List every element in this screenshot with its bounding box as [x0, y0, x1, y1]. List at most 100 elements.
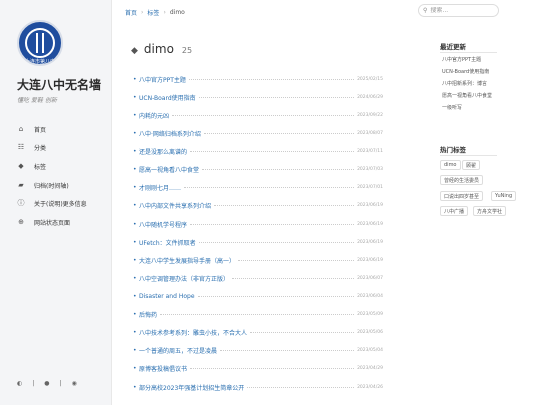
post-date: 2024/06/29 [357, 94, 383, 100]
post-item[interactable]: • 八中随机学号程序 2023/06/19 [133, 219, 383, 229]
divider [440, 52, 497, 53]
post-title[interactable]: 部分高校2023年强基计划招生简章公开 [139, 383, 244, 392]
nav-item-home[interactable]: ⌂ 首页 [16, 123, 108, 135]
post-title[interactable]: 原博客投稿倡议书 [139, 364, 187, 373]
tag-name: dimo [143, 42, 174, 56]
sidebar: 大连市第八中 大连八中无名墙 懂吃 爱鞋 创新 ⌂ 首页 ☷ 分类 ◆ 标签 ▰ 归档(… [0, 0, 112, 405]
breadcrumb-separator: › [141, 8, 144, 16]
post-title[interactable]: 一个普通的周五，不过是凌晨 [139, 346, 217, 355]
nav-item-tags[interactable]: ◆ 标签 [16, 160, 108, 172]
post-item[interactable]: • 大连八中学生发展指导手册（高一） 2023/06/19 [133, 255, 383, 265]
logo-text: 大连市第八中 [24, 59, 55, 65]
nav-item-status[interactable]: ⊕ 网站状态页面 [16, 216, 108, 228]
post-item[interactable]: • 内耗的元凶 2023/09/22 [133, 110, 383, 120]
tag-pill[interactable]: 口说出四岁甚至 [440, 191, 484, 201]
logo-emblem [25, 28, 55, 58]
post-item[interactable]: • 八中官方PPT主题 2025/02/15 [133, 74, 383, 84]
post-date: 2023/06/04 [357, 293, 383, 299]
post-item[interactable]: • UFetch：文件抓取者 2023/06/19 [133, 237, 383, 247]
theme-icon[interactable]: ◐ [17, 380, 22, 387]
post-item[interactable]: • 八中技术参考系列：雕虫小技，不合大人 2023/05/06 [133, 327, 383, 337]
recent-item[interactable]: 一级听写 [442, 104, 462, 111]
post-title[interactable]: 八中内部文件共享系列介绍 [139, 201, 211, 210]
nav-label: 标签 [34, 163, 47, 171]
school-logo[interactable]: 大连市第八中 [17, 20, 63, 66]
post-date: 2023/06/19 [357, 221, 383, 227]
nav-label: 分类 [34, 144, 47, 152]
search-icon[interactable]: ⚲ [423, 7, 427, 14]
post-title[interactable]: 后悔药 [139, 310, 157, 319]
recent-updates-title: 最近更新 [440, 43, 466, 51]
post-date: 2023/04/29 [357, 365, 383, 371]
post-item[interactable]: • Disaster and Hope 2023/06/04 [133, 291, 383, 301]
tag-pill[interactable]: dimo [440, 160, 461, 170]
recent-item[interactable]: 八中招新系列：博言 [442, 80, 487, 87]
post-item[interactable]: • 后悔药 2023/05/09 [133, 309, 383, 319]
post-item[interactable]: • 部分高校2023年强基计划招生简章公开 2023/04/26 [133, 382, 383, 392]
post-title[interactable]: 大连八中学生发展指导手册（高一） [139, 256, 235, 265]
tag-pill[interactable]: 顾翟 [462, 160, 481, 170]
post-title[interactable]: Disaster and Hope [139, 293, 195, 300]
post-item[interactable]: • 才刚刚七月…… 2023/07/01 [133, 182, 383, 192]
tag-icon: ◆ [131, 46, 138, 56]
rss-icon[interactable]: ◉ [72, 380, 77, 387]
tags-icon: ◆ [18, 162, 24, 170]
post-item[interactable]: • 一个普通的周五，不过是凌晨 2023/05/04 [133, 345, 383, 355]
post-title[interactable]: UCN-Board使用指南 [139, 93, 196, 102]
tag-header: ◆ dimo 25 [131, 42, 192, 56]
post-date: 2023/07/03 [357, 166, 383, 172]
search-box[interactable]: ⚲ [418, 4, 499, 17]
post-title[interactable]: UFetch：文件抓取者 [139, 238, 196, 247]
post-date: 2023/07/11 [357, 148, 383, 154]
hot-tags-title: 热门标签 [440, 146, 466, 154]
post-item[interactable]: • 八中·网络归档系列介绍 2023/08/07 [133, 128, 383, 138]
post-date: 2023/05/04 [357, 347, 383, 353]
recent-item[interactable]: 八中官方PPT主题 [442, 56, 481, 63]
post-item[interactable]: • 八中内部文件共享系列介绍 2023/06/19 [133, 200, 383, 210]
recent-item[interactable]: 愿高一视角看八中食堂 [442, 92, 492, 99]
tag-pill[interactable]: YuNing [491, 191, 517, 201]
nav-label: 归档(时间轴) [34, 182, 69, 190]
post-item[interactable]: • 愿高一视角看八中食堂 2023/07/03 [133, 164, 383, 174]
site-title[interactable]: 大连八中无名墙 [17, 76, 101, 93]
tag-pill[interactable]: 方舟文学社 [473, 206, 507, 216]
archive-icon: ▰ [18, 181, 24, 189]
sidebar-footer: ◐ | ● | ◉ [17, 380, 77, 387]
info-icon: ⓘ [17, 199, 25, 207]
post-item[interactable]: • 八中空调管理办法（非官方正版） 2023/06/07 [133, 273, 383, 283]
globe-icon: ⊕ [18, 218, 24, 226]
post-item[interactable]: • 原博客投稿倡议书 2023/04/29 [133, 363, 383, 373]
post-date: 2023/06/19 [357, 202, 383, 208]
post-title[interactable]: 八中随机学号程序 [139, 220, 187, 229]
divider: | [59, 380, 62, 387]
post-item[interactable]: • UCN-Board使用指南 2024/06/29 [133, 92, 383, 102]
breadcrumb-home[interactable]: 首页 [125, 8, 137, 17]
nav-item-categories[interactable]: ☷ 分类 [16, 141, 108, 153]
post-item[interactable]: • 还是没那么离谱的 2023/07/11 [133, 146, 383, 156]
tag-pill[interactable]: 八中广播 [440, 206, 469, 216]
post-title[interactable]: 才刚刚七月…… [139, 183, 181, 192]
breadcrumb-separator: › [163, 8, 166, 16]
site-subtitle: 懂吃 爱鞋 创新 [17, 97, 57, 104]
post-title[interactable]: 还是没那么离谱的 [139, 147, 187, 156]
grid-icon: ☷ [17, 143, 25, 151]
nav-label: 首页 [34, 126, 47, 134]
nav-item-archive[interactable]: ▰ 归档(时间轴) [16, 179, 108, 191]
home-icon: ⌂ [18, 125, 24, 133]
post-title[interactable]: 八中技术参考系列：雕虫小技，不合大人 [139, 328, 247, 337]
breadcrumb-tags[interactable]: 标签 [147, 8, 159, 17]
post-title[interactable]: 愿高一视角看八中食堂 [139, 165, 199, 174]
recent-item[interactable]: UCN-Board使用指南 [442, 68, 489, 75]
post-date: 2025/02/15 [357, 76, 383, 82]
post-date: 2023/06/07 [357, 275, 383, 281]
post-title[interactable]: 八中官方PPT主题 [139, 75, 186, 84]
github-icon[interactable]: ● [44, 380, 49, 387]
post-title[interactable]: 八中空调管理办法（非官方正版） [139, 274, 229, 283]
post-date: 2023/06/19 [357, 239, 383, 245]
post-title[interactable]: 内耗的元凶 [139, 111, 169, 120]
search-input[interactable] [430, 7, 493, 14]
nav-item-about[interactable]: ⓘ 关于(说明)更多信息 [16, 197, 108, 209]
post-title[interactable]: 八中·网络归档系列介绍 [139, 129, 201, 138]
tag-pill[interactable]: 曾经的生活委员 [440, 175, 484, 185]
nav-label: 网站状态页面 [34, 219, 71, 227]
